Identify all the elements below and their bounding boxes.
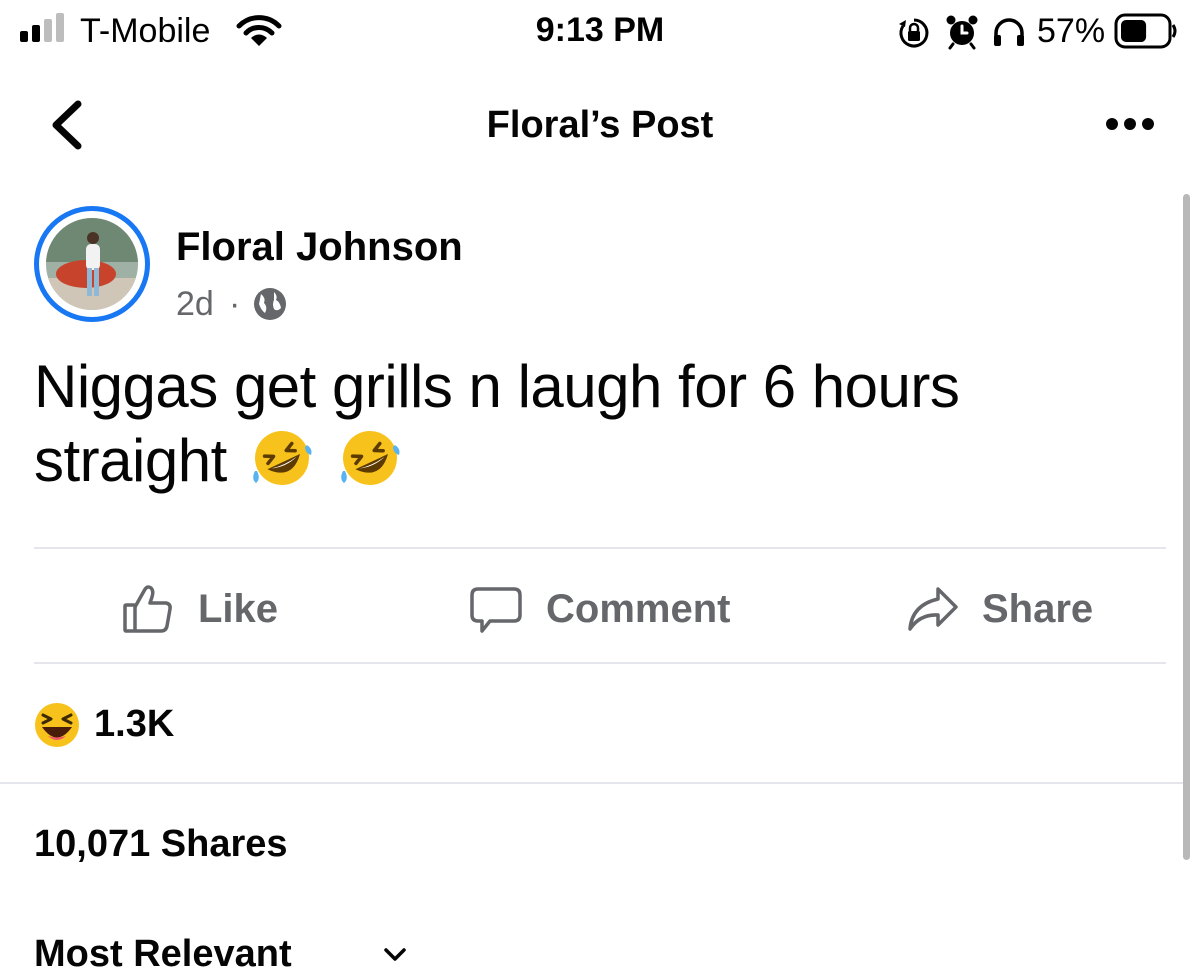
shares-count[interactable]: 10,071 Shares xyxy=(34,820,288,868)
rofl-emoji xyxy=(253,431,312,485)
section-divider xyxy=(0,782,1183,784)
alarm-icon xyxy=(946,15,978,50)
share-arrow-icon xyxy=(908,587,958,631)
like-label: Like xyxy=(198,587,279,631)
post-text: Niggas get grills n laugh for 6 hours st… xyxy=(34,350,1154,498)
share-button[interactable]: Share xyxy=(904,578,1093,640)
status-bar: T-Mobile 9:13 PM 57% xyxy=(0,0,1200,64)
post-text-content: Niggas get grills n laugh for 6 hours st… xyxy=(34,353,960,494)
battery-icon xyxy=(1114,13,1177,49)
share-label: Share xyxy=(982,587,1094,631)
haha-reaction-icon[interactable] xyxy=(34,702,80,748)
avatar[interactable] xyxy=(46,218,138,310)
scrollbar[interactable] xyxy=(1183,194,1190,860)
ellipsis-icon xyxy=(1106,118,1154,130)
chevron-down-icon[interactable] xyxy=(382,944,408,966)
comment-button[interactable]: Comment xyxy=(468,578,730,640)
battery-percent: 57% xyxy=(1037,12,1106,50)
headphones-icon xyxy=(994,18,1024,46)
page-title: Floral’s Post xyxy=(486,104,714,146)
comment-bubble-icon xyxy=(470,587,522,633)
divider xyxy=(34,547,1166,549)
globe-icon xyxy=(254,288,286,320)
rofl-emoji xyxy=(341,431,400,485)
thumbs-up-icon xyxy=(123,585,172,633)
like-button[interactable]: Like xyxy=(120,578,278,640)
comment-label: Comment xyxy=(546,587,731,631)
orientation-lock-icon xyxy=(899,18,929,48)
more-options-button[interactable] xyxy=(1098,104,1162,144)
meta-separator: · xyxy=(229,285,241,323)
post-timestamp[interactable]: 2d xyxy=(176,283,214,325)
author-name[interactable]: Floral Johnson xyxy=(176,223,463,271)
divider xyxy=(34,662,1166,664)
comments-sort-label[interactable]: Most Relevant xyxy=(34,930,292,978)
reaction-count[interactable]: 1.3K xyxy=(94,700,174,748)
